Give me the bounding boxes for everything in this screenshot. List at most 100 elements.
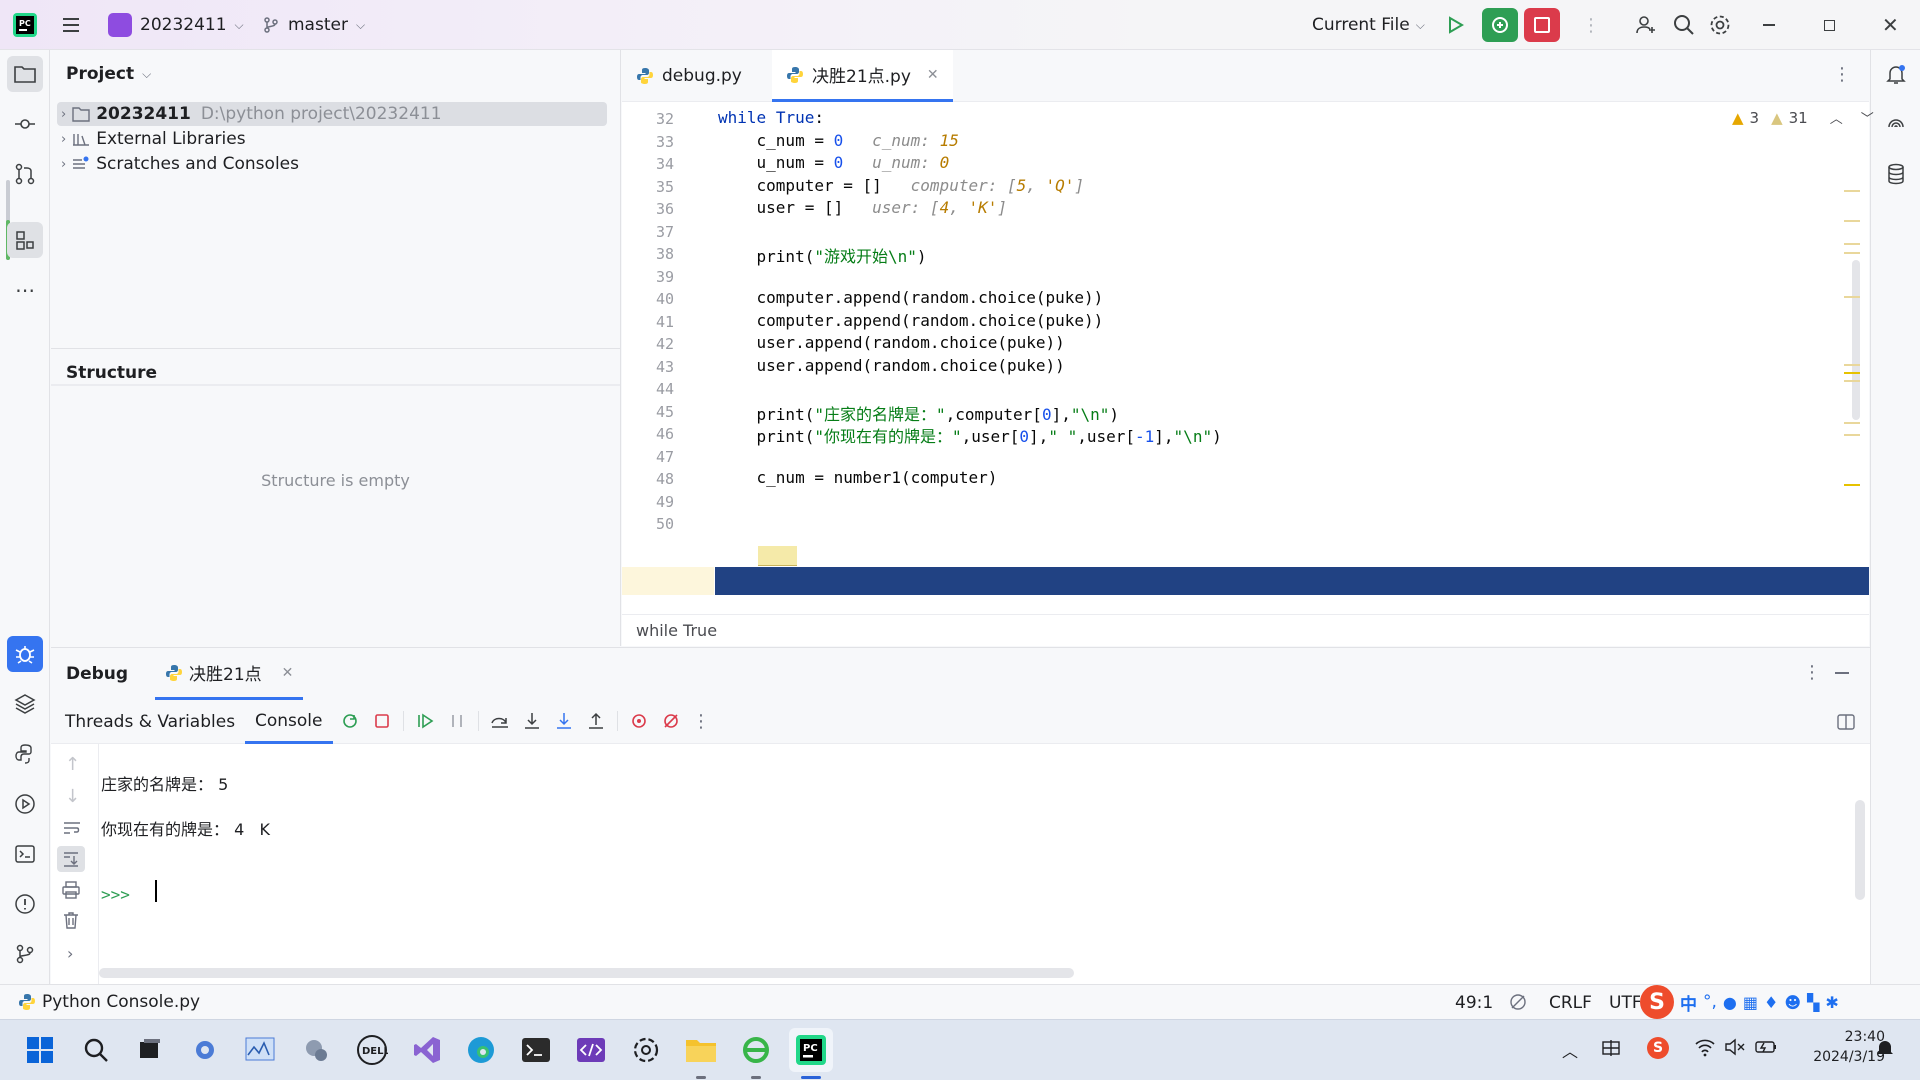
pull-requests-tool-icon[interactable] <box>7 156 43 192</box>
close-icon[interactable]: ✕ <box>282 665 294 681</box>
pycharm-logo-icon[interactable]: PC <box>12 0 38 50</box>
ie-browser-icon[interactable] <box>734 1028 778 1072</box>
notifications-bell-icon[interactable] <box>1878 56 1914 92</box>
scrollbar-thumb[interactable] <box>1852 260 1860 420</box>
close-window-button[interactable]: ✕ <box>1882 0 1899 50</box>
database-icon[interactable] <box>1878 156 1914 192</box>
ime-toolbar[interactable]: S 中 °, ● ▦ ♦ ☻ ▚ ✱ <box>1640 985 1920 1019</box>
problems-tool-icon[interactable] <box>7 886 43 922</box>
search-icon[interactable] <box>1672 0 1696 50</box>
performance-monitor-icon[interactable] <box>238 1028 282 1072</box>
dell-icon[interactable]: DELL <box>350 1028 394 1072</box>
run-config-selector[interactable]: Current File ⌵ <box>1312 0 1425 50</box>
minimize-button[interactable] <box>1763 0 1775 50</box>
mute-breakpoints-icon[interactable] <box>660 710 682 732</box>
commit-tool-icon[interactable] <box>7 106 43 142</box>
step-out-icon[interactable] <box>585 710 607 732</box>
soft-wrap-icon[interactable] <box>61 818 83 843</box>
debug-session-tab[interactable]: 决胜21点 ✕ <box>155 648 304 700</box>
editor-scrollbar[interactable] <box>1844 50 1869 614</box>
line-separator[interactable]: CRLF <box>1549 993 1592 1013</box>
resume-icon[interactable] <box>414 710 436 732</box>
horizontal-scrollbar[interactable] <box>99 968 1074 978</box>
no-highlight-icon[interactable] <box>1508 992 1528 1017</box>
tree-item-project-root[interactable]: › 20232411 D:\python project\20232411 <box>57 102 607 126</box>
print-icon[interactable] <box>61 880 81 905</box>
file-explorer-icon[interactable] <box>679 1028 723 1072</box>
rerun-icon[interactable] <box>339 710 361 732</box>
stop-button[interactable] <box>1524 8 1560 42</box>
tree-item-scratches[interactable]: › Scratches and Consoles <box>61 152 299 176</box>
taskbar-search-icon[interactable] <box>74 1028 118 1072</box>
hide-panel-icon[interactable] <box>1835 672 1849 674</box>
cursor-position[interactable]: 49:1 <box>1455 993 1493 1013</box>
breadcrumb[interactable]: while True <box>622 614 1869 646</box>
terminal-tool-icon[interactable] <box>7 836 43 872</box>
structure-tool-icon[interactable] <box>7 222 43 258</box>
debug-options-icon[interactable]: ⋮ <box>1803 662 1821 683</box>
scroll-to-end-icon[interactable] <box>57 846 85 872</box>
pycharm-taskbar-icon[interactable]: PC <box>789 1028 833 1072</box>
terminal-app-icon[interactable] <box>514 1028 558 1072</box>
settings-app-icon[interactable] <box>183 1028 227 1072</box>
layout-settings-icon[interactable] <box>1837 713 1855 736</box>
clock[interactable]: 23:40 2024/3/19 <box>1795 1027 1885 1067</box>
microphone-icon: ● <box>1722 992 1737 1012</box>
close-icon[interactable]: ✕ <box>927 67 939 83</box>
battery-icon[interactable] <box>1754 1037 1778 1062</box>
arrow-up-icon[interactable]: ↑ <box>65 754 80 775</box>
project-tool-icon[interactable] <box>7 56 43 92</box>
tab-debug-py[interactable]: debug.py <box>622 50 756 102</box>
visual-studio-icon[interactable] <box>405 1028 449 1072</box>
step-into-my-code-icon[interactable] <box>553 710 575 732</box>
python-packages-icon[interactable] <box>7 736 43 772</box>
arrow-down-icon[interactable]: ↓ <box>65 786 80 807</box>
add-user-icon[interactable] <box>1634 0 1658 50</box>
stop-icon[interactable] <box>371 710 393 732</box>
task-view-icon[interactable] <box>128 1028 172 1072</box>
sogou-tray-icon[interactable]: S <box>1647 1037 1669 1059</box>
services-tool-icon[interactable] <box>7 786 43 822</box>
breadcrumb-item[interactable]: while True <box>636 621 717 640</box>
run-button[interactable] <box>1444 0 1466 50</box>
volume-muted-icon[interactable] <box>1724 1037 1746 1062</box>
tab-main-file[interactable]: 决胜21点.py ✕ <box>772 50 953 102</box>
tab-threads-variables[interactable]: Threads & Variables <box>55 700 245 744</box>
chevron-up-icon[interactable]: ︿ <box>1830 108 1843 127</box>
more-actions-icon[interactable]: ⋮ <box>1582 0 1600 50</box>
pause-icon[interactable] <box>446 710 468 732</box>
more-icon[interactable]: ⋮ <box>692 711 710 732</box>
restore-button[interactable] <box>1824 0 1835 50</box>
step-over-icon[interactable] <box>489 710 511 732</box>
chatgpt-icon[interactable] <box>624 1028 668 1072</box>
notification-center-icon[interactable] <box>1876 1038 1894 1063</box>
chevron-right-icon[interactable]: › <box>67 944 73 963</box>
edge-browser-icon[interactable] <box>459 1028 503 1072</box>
rerun-debug-button[interactable] <box>1482 8 1518 42</box>
console-output[interactable]: 庄家的名牌是： 5 你现在有的牌是： 4 K >>> <box>99 744 1870 985</box>
ime-tray-icon[interactable] <box>1600 1037 1622 1064</box>
debug-tool-icon[interactable] <box>7 636 43 672</box>
view-breakpoints-icon[interactable] <box>628 710 650 732</box>
layers-tool-icon[interactable] <box>7 686 43 722</box>
trash-icon[interactable] <box>61 910 81 935</box>
main-menu-icon[interactable] <box>60 0 82 50</box>
control-panel-icon[interactable] <box>294 1028 338 1072</box>
status-file[interactable]: Python Console.py <box>18 992 200 1012</box>
settings-gear-icon[interactable] <box>1708 0 1732 50</box>
dev-tools-icon[interactable] <box>569 1028 613 1072</box>
code-line: user.append(random.choice(puke)) <box>718 333 1065 352</box>
ai-assistant-icon[interactable] <box>1878 106 1914 142</box>
project-panel-header[interactable]: Project ⌵ <box>66 64 151 84</box>
windows-start-icon[interactable] <box>18 1028 62 1072</box>
show-hidden-icons[interactable]: ︿ <box>1562 1038 1578 1062</box>
branch-switcher[interactable]: master ⌵ <box>262 0 365 50</box>
tree-item-external-libraries[interactable]: › External Libraries <box>61 127 246 151</box>
vertical-scrollbar[interactable] <box>1855 800 1865 900</box>
step-into-icon[interactable] <box>521 710 543 732</box>
tab-console[interactable]: Console <box>245 700 333 744</box>
project-switcher[interactable]: 20232411 ⌵ <box>108 0 244 50</box>
wifi-icon[interactable] <box>1694 1037 1716 1062</box>
more-tools-icon[interactable]: ⋯ <box>7 272 43 308</box>
git-tool-icon[interactable] <box>7 936 43 972</box>
